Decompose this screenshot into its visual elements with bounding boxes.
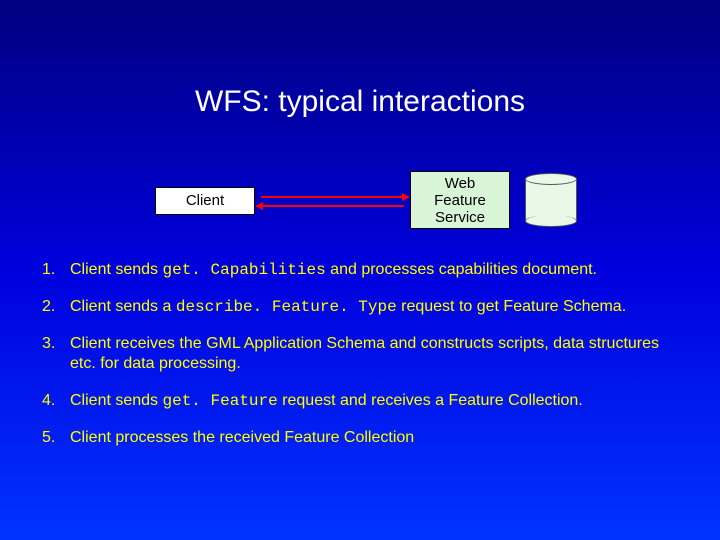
slide-title: WFS: typical interactions [0, 85, 720, 119]
arrows-bidirectional [255, 195, 410, 209]
arrow-request-line [261, 196, 404, 198]
list-item: 5. Client processes the received Feature… [42, 428, 680, 449]
arrow-response-line [261, 205, 404, 207]
database-icon [525, 173, 577, 227]
wfs-label-line1: Web [411, 175, 509, 192]
step-number: 2. [42, 297, 70, 318]
step-text: Client processes the received Feature Co… [70, 428, 680, 449]
code-span: get. Capabilities [163, 261, 326, 279]
step-number: 1. [42, 260, 70, 281]
arrow-left-icon [255, 202, 263, 210]
list-item: 1. Client sends get. Capabilities and pr… [42, 260, 680, 281]
step-text: Client sends get. Capabilities and proce… [70, 260, 680, 281]
list-item: 3. Client receives the GML Application S… [42, 334, 680, 376]
code-span: get. Feature [163, 392, 278, 410]
step-number: 3. [42, 334, 70, 376]
step-text: Client sends a describe. Feature. Type r… [70, 297, 680, 318]
step-text: Client sends get. Feature request and re… [70, 391, 680, 412]
code-span: describe. Feature. Type [176, 298, 397, 316]
wfs-label-line3: Service [411, 209, 509, 226]
wfs-label-line2: Feature [411, 192, 509, 209]
list-item: 4. Client sends get. Feature request and… [42, 391, 680, 412]
arrow-right-icon [402, 193, 410, 201]
steps-list: 1. Client sends get. Capabilities and pr… [42, 260, 680, 465]
step-number: 5. [42, 428, 70, 449]
client-box: Client [155, 187, 255, 215]
list-item: 2. Client sends a describe. Feature. Typ… [42, 297, 680, 318]
interaction-diagram: Client Web Feature Service [0, 165, 720, 243]
wfs-box: Web Feature Service [410, 171, 510, 229]
step-number: 4. [42, 391, 70, 412]
step-text: Client receives the GML Application Sche… [70, 334, 680, 376]
